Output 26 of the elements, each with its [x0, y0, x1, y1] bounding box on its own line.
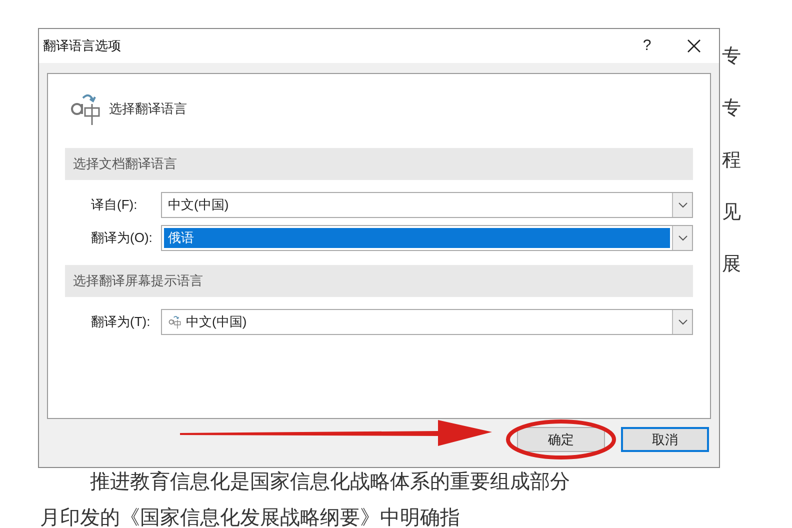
close-icon	[687, 39, 701, 53]
dialog-heading: 选择翻译语言	[109, 100, 187, 118]
language-dropdown[interactable]: 中文(中国)	[161, 309, 693, 335]
document-text: 月印发的《国家信息化发展战略纲要》中明确指	[40, 504, 461, 528]
document-text: 展	[722, 252, 741, 276]
section-header: 选择翻译屏幕提示语言	[65, 265, 693, 297]
dialog-button[interactable]: 确定	[517, 427, 605, 452]
field-label: 译自(F):	[90, 196, 138, 214]
field-label: 翻译为(T):	[90, 313, 152, 332]
field-label: 翻译为(O):	[90, 229, 154, 248]
translate-icon	[69, 92, 103, 126]
language-dropdown[interactable]: 俄语	[161, 225, 693, 251]
document-text: 程	[722, 148, 741, 172]
dropdown-value: 中文(中国)	[168, 196, 229, 214]
language-dropdown[interactable]: 中文(中国)	[161, 192, 693, 218]
document-text: 专	[722, 96, 741, 120]
window-title: 翻译语言选项	[43, 37, 122, 56]
translate-icon	[168, 315, 182, 329]
document-text: 推进教育信息化是国家信息化战略体系的重要组成部分	[90, 468, 570, 494]
document-text: 专	[722, 44, 741, 68]
document-text: 见	[722, 200, 741, 224]
dropdown-value: 中文(中国)	[186, 313, 247, 332]
dialog-button[interactable]: 取消	[621, 427, 709, 452]
dropdown-value: 俄语	[168, 229, 194, 248]
section-header: 选择文档翻译语言	[65, 148, 693, 180]
help-button[interactable]: ?	[625, 31, 669, 61]
